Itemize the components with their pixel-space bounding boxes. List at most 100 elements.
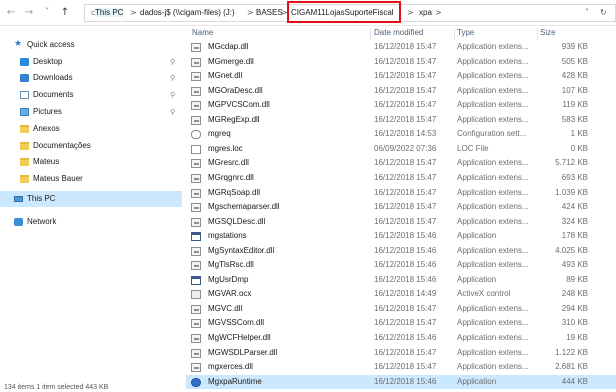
file-row[interactable]: MGrqgnrc.dll 16/12/2018 15:47 Application … <box>186 171 616 185</box>
nav-documentacoes[interactable]: Documentações <box>0 138 182 154</box>
nav-pictures[interactable]: Pictures ⚲ <box>0 104 182 120</box>
file-row[interactable]: MgTlsRsc.dll 16/12/2018 15:46 Application … <box>186 258 616 272</box>
folder-icon <box>20 158 29 166</box>
file-name: mgxerces.dll <box>208 362 253 372</box>
file-size: 248 KB <box>561 289 588 299</box>
file-name: MGVSSCom.dll <box>208 318 265 328</box>
column-divider[interactable] <box>454 28 455 40</box>
nav-label: Quick access <box>27 40 75 49</box>
file-date-modified: 16/12/2018 15:47 <box>374 216 437 226</box>
file-date-modified: 16/12/2018 15:47 <box>374 158 437 168</box>
file-row[interactable]: MGVSSCom.dll 16/12/2018 15:47 Application … <box>186 316 616 330</box>
application-icon <box>191 232 201 242</box>
file-row[interactable]: MGRegExp.dll 16/12/2018 15:47 Application … <box>186 113 616 127</box>
breadcrumb-separator[interactable]: > <box>130 8 137 17</box>
file-row[interactable]: MgSyntaxEditor.dll 16/12/2018 15:46 Applic… <box>186 244 616 258</box>
file-name: MGresrc.dll <box>208 158 249 168</box>
file-row[interactable]: MGSQLDesc.dll 16/12/2018 15:47 Application… <box>186 215 616 229</box>
file-name: MgTlsRsc.dll <box>208 260 254 270</box>
file-name: MgUsrDmp <box>208 274 249 284</box>
refresh-icon[interactable]: ↻ <box>600 8 607 17</box>
breadcrumb-separator[interactable]: > <box>407 8 414 17</box>
nav-network[interactable]: Network <box>0 214 182 230</box>
nav-this-pc[interactable]: This PC <box>0 191 182 207</box>
file-date-modified: 06/09/2022 07:36 <box>374 143 437 153</box>
file-name: MGSQLDesc.dll <box>208 216 266 226</box>
breadcrumb-bases[interactable]: BASES <box>256 8 283 17</box>
navigation-pane: ★ Quick access Desktop ⚲ Downloads ⚲ Doc… <box>0 26 182 392</box>
file-size: 424 KB <box>561 202 588 212</box>
column-header-date[interactable]: Date modified <box>374 28 423 40</box>
file-row[interactable]: Mgschemaparser.dll 16/12/2018 15:47 Applic… <box>186 200 616 214</box>
file-size: 1.122 KB <box>555 347 588 357</box>
address-dropdown-chevron-icon[interactable]: ˅ <box>585 8 589 17</box>
file-row[interactable]: MGVC.dll 16/12/2018 15:47 Application exte… <box>186 302 616 316</box>
file-row[interactable]: MGmerge.dll 16/12/2018 15:47 Application e… <box>186 55 616 69</box>
nav-desktop[interactable]: Desktop ⚲ <box>0 54 182 70</box>
nav-quick-access[interactable]: ★ Quick access <box>0 37 182 53</box>
dll-file-icon <box>191 304 201 314</box>
breadcrumb-this-pc[interactable]: This PC <box>95 8 124 17</box>
nav-label: Desktop <box>33 57 63 66</box>
file-row[interactable]: mgres.loc 06/09/2022 07:36 LOC File 0 KB <box>186 142 616 156</box>
file-row[interactable]: MGVAR.ocx 16/12/2018 14:49 ActiveX control… <box>186 287 616 301</box>
downloads-icon <box>20 74 29 82</box>
nav-mateus[interactable]: Mateus <box>0 154 182 170</box>
file-row[interactable]: MGWSDLParser.dll 16/12/2018 15:47 Applicat… <box>186 346 616 360</box>
recent-locations-chevron-icon[interactable]: ˅ <box>40 6 54 20</box>
dll-file-icon <box>191 348 201 358</box>
file-row[interactable]: MGnet.dll 16/12/2018 15:47 Application ext… <box>186 69 616 83</box>
nav-label: Downloads <box>33 73 73 82</box>
column-divider[interactable] <box>537 28 538 40</box>
dll-file-icon <box>191 159 201 169</box>
file-name: MGrqgnrc.dll <box>208 172 254 182</box>
nav-label: Mateus Bauer <box>33 174 83 183</box>
file-name: MGmerge.dll <box>208 56 254 66</box>
file-size: 1.039 KB <box>555 187 588 197</box>
file-row[interactable]: MGPVCSCom.dll 16/12/2018 15:47 Application… <box>186 98 616 112</box>
dll-file-icon <box>191 217 201 227</box>
column-header-type[interactable]: Type <box>457 28 474 40</box>
up-arrow-icon[interactable]: ↑ <box>58 6 72 20</box>
file-row[interactable]: mgreq 16/12/2018 14:53 Configuration sett.… <box>186 127 616 141</box>
file-row[interactable]: mgxerces.dll 16/12/2018 15:47 Application … <box>186 360 616 374</box>
nav-downloads[interactable]: Downloads ⚲ <box>0 70 182 86</box>
nav-mateus-bauer[interactable]: Mateus Bauer <box>0 171 182 187</box>
file-date-modified: 16/12/2018 15:47 <box>374 187 437 197</box>
file-name: MGRqSoap.dll <box>208 187 261 197</box>
file-row[interactable]: MgxpaRuntime 16/12/2018 15:46 Application 4… <box>186 374 616 389</box>
file-date-modified: 16/12/2018 15:47 <box>374 347 437 357</box>
file-row[interactable]: mgstations 16/12/2018 15:46 Application 178… <box>186 229 616 243</box>
forward-arrow-icon[interactable]: → <box>22 6 36 20</box>
file-date-modified: 16/12/2018 15:46 <box>374 245 437 255</box>
file-row[interactable]: MGcdap.dll 16/12/2018 15:47 Application ex… <box>186 40 616 54</box>
file-size: 107 KB <box>561 85 588 95</box>
breadcrumb-xpa[interactable]: xpa <box>419 8 432 17</box>
nav-anexos[interactable]: Anexos <box>0 121 182 137</box>
nav-label: Documents <box>33 90 74 99</box>
file-row[interactable]: MGRqSoap.dll 16/12/2018 15:47 Application … <box>186 186 616 200</box>
column-divider[interactable] <box>370 28 371 40</box>
column-header-name[interactable]: Name <box>192 28 213 40</box>
file-date-modified: 16/12/2018 15:47 <box>374 172 437 182</box>
nav-documents[interactable]: Documents ⚲ <box>0 87 182 103</box>
file-name: Mgschemaparser.dll <box>208 202 280 212</box>
file-date-modified: 16/12/2018 15:47 <box>374 318 437 328</box>
generic-file-icon <box>191 144 201 154</box>
file-date-modified: 16/12/2018 15:47 <box>374 71 437 81</box>
breadcrumb-separator[interactable]: > <box>435 8 442 17</box>
file-row[interactable]: MgUsrDmp 16/12/2018 15:46 Application 89 KB <box>186 273 616 287</box>
breadcrumb-separator[interactable]: > <box>247 8 254 17</box>
nav-label: Anexos <box>33 124 60 133</box>
breadcrumb-drive[interactable]: dados-j$ (\\cigam-files) (J:) <box>140 8 235 17</box>
file-row[interactable]: MgWCFHelper.dll 16/12/2018 15:46 Applicati… <box>186 331 616 345</box>
dll-file-icon <box>191 319 201 329</box>
file-date-modified: 16/12/2018 15:46 <box>374 231 437 241</box>
file-date-modified: 16/12/2018 15:47 <box>374 202 437 212</box>
column-header-size[interactable]: Size <box>540 28 556 40</box>
file-date-modified: 16/12/2018 15:47 <box>374 56 437 66</box>
file-row[interactable]: MGOraDesc.dll 16/12/2018 15:47 Application… <box>186 84 616 98</box>
back-arrow-icon[interactable]: ← <box>4 6 18 20</box>
file-row[interactable]: MGresrc.dll 16/12/2018 15:47 Application e… <box>186 156 616 170</box>
pin-icon: ⚲ <box>170 74 176 82</box>
